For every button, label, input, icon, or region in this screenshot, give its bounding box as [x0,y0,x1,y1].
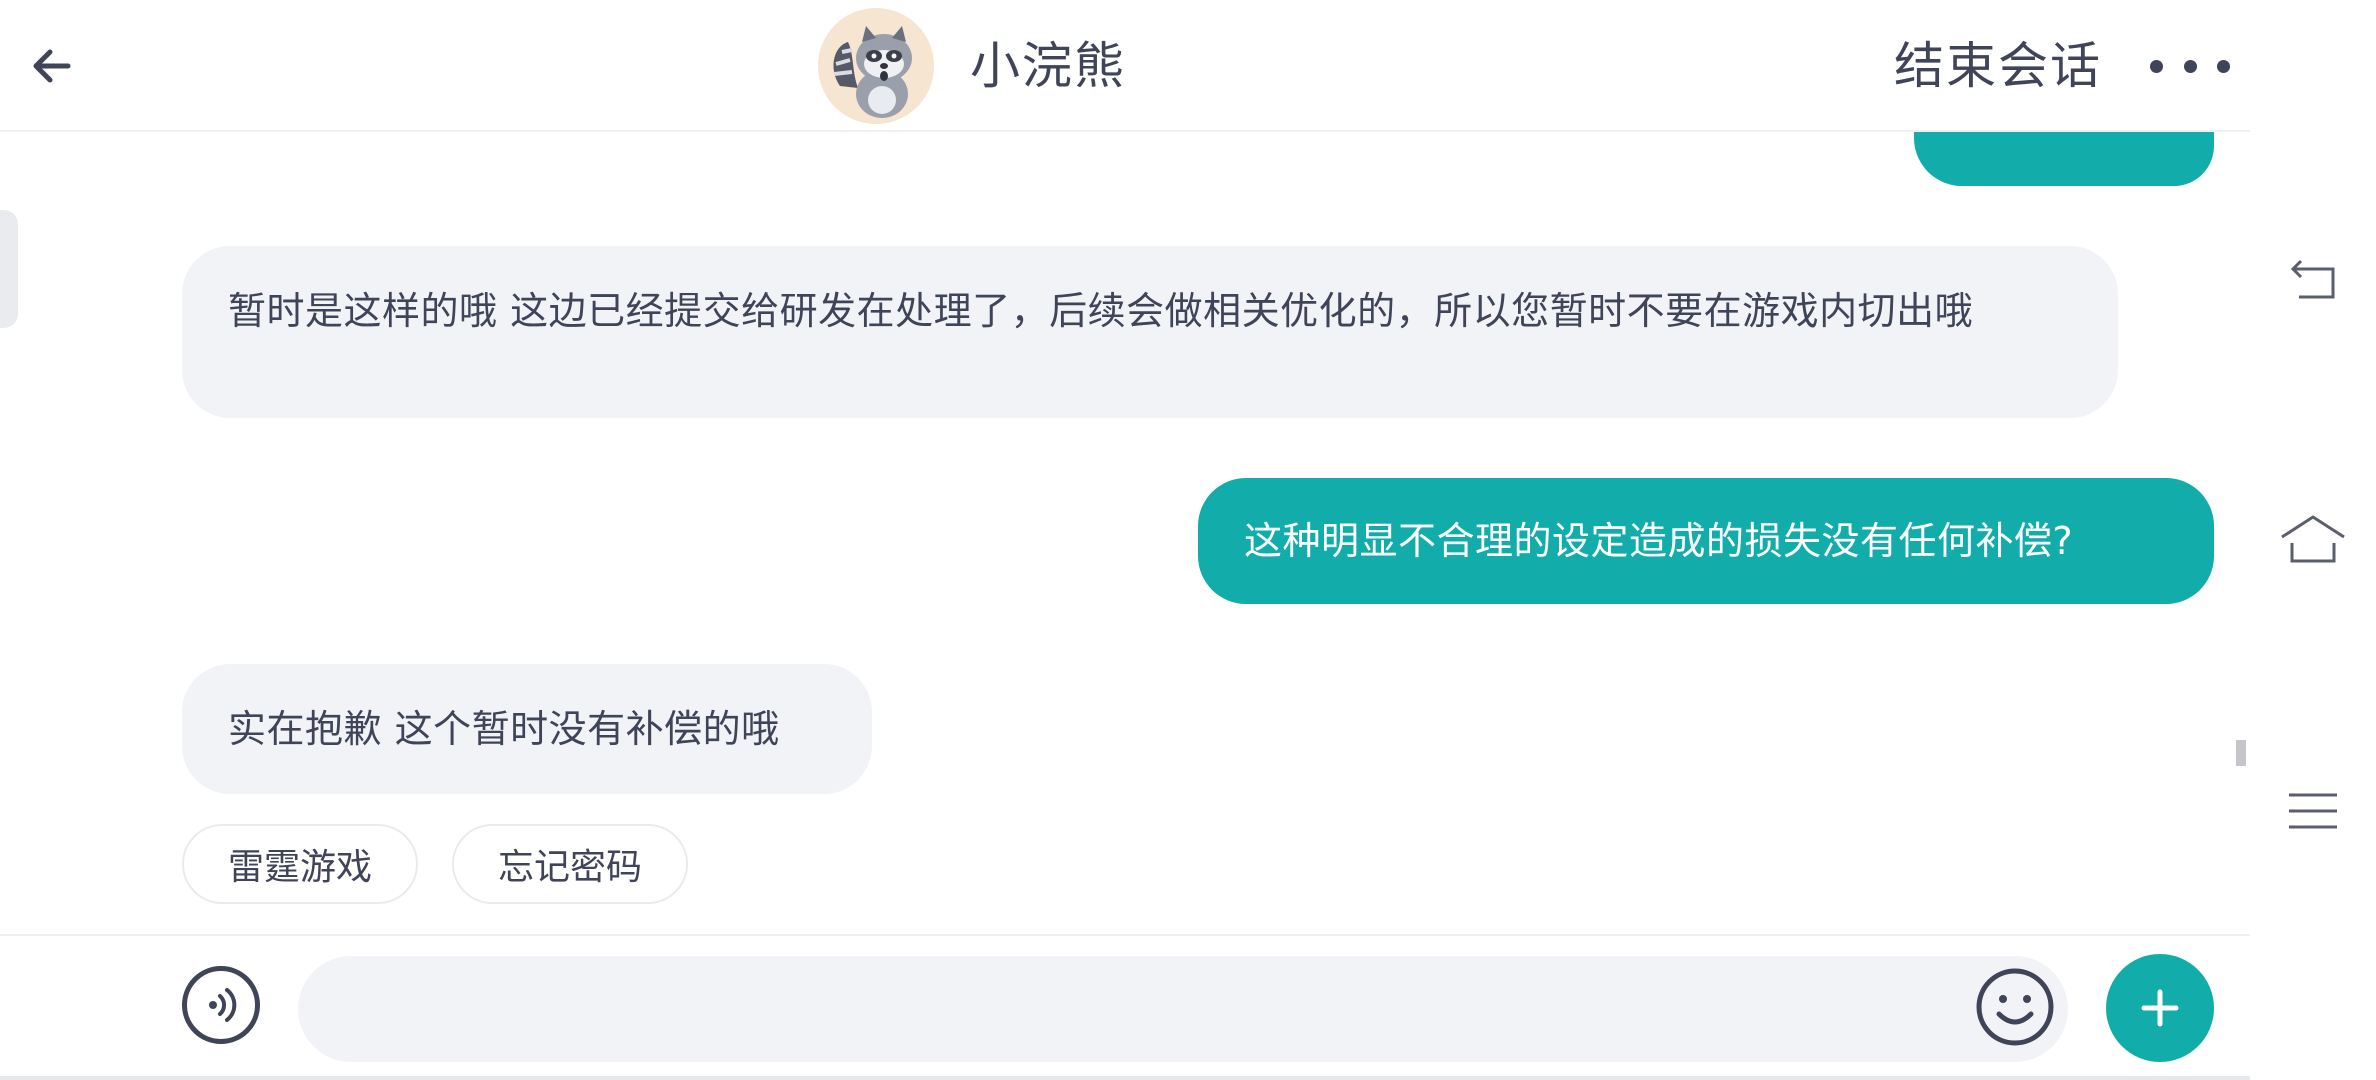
message-bubble-incoming: 实在抱歉 这个暂时没有补偿的哦 [182,664,872,794]
add-attachment-button[interactable] [2106,954,2214,1062]
end-session-button[interactable]: 结束会话 [1894,34,2102,98]
avatar[interactable] [818,8,934,124]
chat-app: 小浣熊 结束会话 暂时是这样的哦 这边已经提交给研发在处理了，后续会做相关优化的… [0,0,2250,1080]
arrow-left-icon [33,49,71,83]
emoji-icon [1976,968,2054,1046]
more-dot [2183,59,2197,73]
system-home-button[interactable] [2270,496,2356,582]
scrollbar-thumb[interactable] [2236,740,2246,766]
system-nav-bar [2250,0,2376,1080]
message-bubble-outgoing: 这种明显不合理的设定造成的损失没有任何补偿? [1198,478,2214,604]
quick-reply-chip[interactable]: 雷霆游戏 [182,824,418,904]
system-back-button[interactable] [2270,240,2356,326]
plus-icon [2141,989,2179,1027]
more-button[interactable] [2150,44,2230,88]
system-menu-button[interactable] [2270,768,2356,854]
quick-reply-chip[interactable]: 忘记密码 [452,824,688,904]
input-bar [0,934,2250,1080]
message-bubble-incoming: 暂时是这样的哦 这边已经提交给研发在处理了，后续会做相关优化的，所以您暂时不要在… [182,246,2118,418]
message-input[interactable] [298,956,2068,1062]
emoji-button[interactable] [1974,966,2056,1048]
back-button[interactable] [22,36,82,96]
voice-button[interactable] [182,966,260,1044]
nav-home-icon [2281,515,2345,563]
side-drawer-handle[interactable] [0,210,18,328]
bottom-divider [0,1076,2250,1080]
chat-header: 小浣熊 结束会话 [0,0,2250,132]
more-dots-icon [2150,59,2163,73]
page-title: 小浣熊 [970,37,1126,95]
nav-menu-icon [2289,793,2337,829]
raccoon-avatar-icon [818,8,934,124]
voice-icon [209,988,237,1022]
more-dot [2217,59,2230,73]
nav-back-icon [2290,259,2335,299]
